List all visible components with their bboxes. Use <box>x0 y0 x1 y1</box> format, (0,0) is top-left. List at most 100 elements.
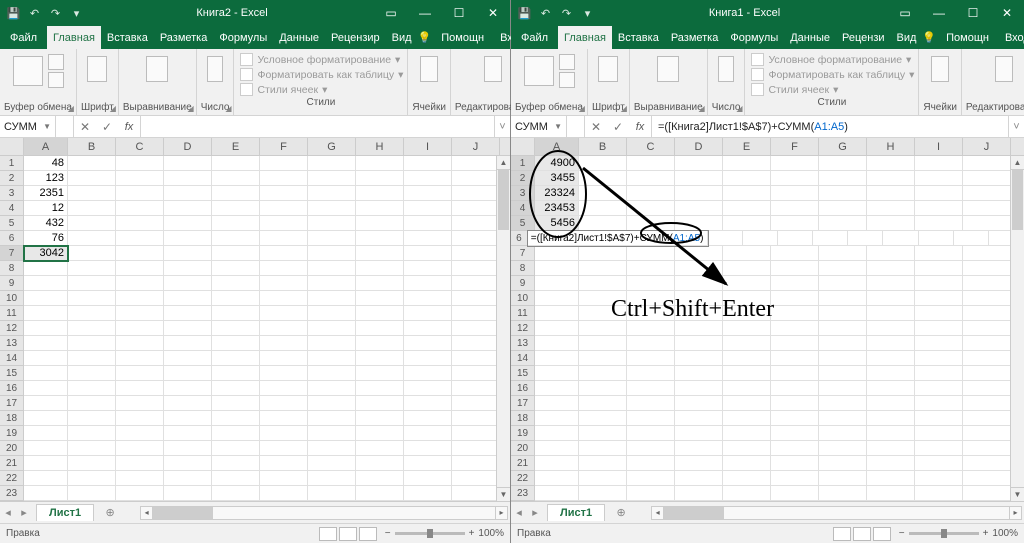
tab-review[interactable]: Рецензир <box>325 26 386 49</box>
cell[interactable] <box>771 291 819 306</box>
cell[interactable] <box>723 291 771 306</box>
cell[interactable] <box>308 426 356 441</box>
cell[interactable] <box>627 321 675 336</box>
cell[interactable] <box>212 336 260 351</box>
cell[interactable] <box>308 411 356 426</box>
fx-icon[interactable]: fx <box>629 121 651 133</box>
cell[interactable] <box>535 486 579 501</box>
qat-customize-icon[interactable]: ▾ <box>69 6 84 21</box>
row-header[interactable]: 9 <box>0 276 24 291</box>
cell[interactable] <box>116 456 164 471</box>
cell[interactable] <box>452 321 500 336</box>
row-header[interactable]: 10 <box>511 291 535 306</box>
cell[interactable] <box>68 336 116 351</box>
cell[interactable] <box>164 156 212 171</box>
cell[interactable] <box>867 156 915 171</box>
copy-icon[interactable] <box>48 72 64 88</box>
row-header[interactable]: 12 <box>511 321 535 336</box>
cell[interactable] <box>819 351 867 366</box>
col-header[interactable]: F <box>260 138 308 155</box>
cell[interactable] <box>675 171 723 186</box>
cell[interactable] <box>404 471 452 486</box>
tell-me-label[interactable]: Помощн <box>946 32 989 44</box>
cell[interactable] <box>404 231 452 246</box>
cell[interactable] <box>212 261 260 276</box>
cell[interactable] <box>915 426 963 441</box>
zoom-control[interactable]: − + 100% <box>899 528 1018 539</box>
cell[interactable] <box>260 321 308 336</box>
cell[interactable] <box>535 366 579 381</box>
cell[interactable] <box>723 171 771 186</box>
cell[interactable] <box>116 396 164 411</box>
cell[interactable] <box>308 156 356 171</box>
cell[interactable] <box>627 291 675 306</box>
cell[interactable] <box>260 351 308 366</box>
cell[interactable] <box>164 381 212 396</box>
cell[interactable] <box>579 216 627 231</box>
cell[interactable] <box>771 486 819 501</box>
cell[interactable] <box>24 426 68 441</box>
cell[interactable]: 2351 <box>24 186 68 201</box>
cell[interactable] <box>164 231 212 246</box>
cell[interactable] <box>627 441 675 456</box>
row-header[interactable]: 13 <box>0 336 24 351</box>
cell[interactable] <box>452 306 500 321</box>
cell[interactable] <box>963 381 1011 396</box>
cell[interactable] <box>164 336 212 351</box>
cell[interactable] <box>819 366 867 381</box>
tab-insert[interactable]: Вставка <box>612 26 665 49</box>
cell[interactable] <box>452 351 500 366</box>
cell[interactable] <box>164 291 212 306</box>
cell[interactable] <box>404 261 452 276</box>
tab-home[interactable]: Главная <box>558 26 612 49</box>
cell[interactable] <box>675 261 723 276</box>
cell[interactable] <box>116 276 164 291</box>
cell[interactable] <box>867 171 915 186</box>
cell[interactable] <box>819 216 867 231</box>
cell[interactable] <box>535 381 579 396</box>
cell[interactable] <box>212 186 260 201</box>
cell[interactable] <box>579 396 627 411</box>
cell[interactable] <box>116 306 164 321</box>
select-all-corner[interactable] <box>0 138 24 155</box>
row-header[interactable]: 15 <box>0 366 24 381</box>
cell[interactable] <box>212 441 260 456</box>
sheet-tab[interactable]: Лист1 <box>547 504 605 521</box>
cell[interactable] <box>915 366 963 381</box>
cell[interactable] <box>675 156 723 171</box>
cell[interactable] <box>260 186 308 201</box>
cell[interactable] <box>356 471 404 486</box>
cell[interactable] <box>535 276 579 291</box>
cell[interactable] <box>915 291 963 306</box>
row-header[interactable]: 19 <box>0 426 24 441</box>
cell[interactable] <box>452 231 500 246</box>
undo-icon[interactable]: ↶ <box>538 6 553 21</box>
cell[interactable] <box>819 306 867 321</box>
cell[interactable] <box>723 441 771 456</box>
cell[interactable] <box>308 381 356 396</box>
cell[interactable] <box>627 216 675 231</box>
cell[interactable] <box>212 201 260 216</box>
cell[interactable] <box>116 246 164 261</box>
cell[interactable] <box>212 351 260 366</box>
cell[interactable] <box>963 171 1011 186</box>
cell-styles-button[interactable]: Стили ячеек ▾ <box>751 83 914 96</box>
cell[interactable] <box>771 441 819 456</box>
cell[interactable] <box>771 321 819 336</box>
cell[interactable] <box>24 471 68 486</box>
col-header[interactable]: E <box>723 138 771 155</box>
view-page-break-icon[interactable] <box>873 527 891 541</box>
cell[interactable] <box>627 411 675 426</box>
view-page-break-icon[interactable] <box>359 527 377 541</box>
cell[interactable] <box>867 426 915 441</box>
cell[interactable] <box>404 276 452 291</box>
cell[interactable] <box>260 306 308 321</box>
cell[interactable] <box>915 396 963 411</box>
zoom-in-icon[interactable]: + <box>469 528 475 539</box>
ribbon-options-icon[interactable]: ▭ <box>888 0 922 26</box>
close-icon[interactable]: ✕ <box>476 0 510 26</box>
col-header[interactable]: I <box>915 138 963 155</box>
ribbon-options-icon[interactable]: ▭ <box>374 0 408 26</box>
scroll-up-icon[interactable]: ▲ <box>1011 156 1024 170</box>
cell[interactable] <box>708 231 743 246</box>
